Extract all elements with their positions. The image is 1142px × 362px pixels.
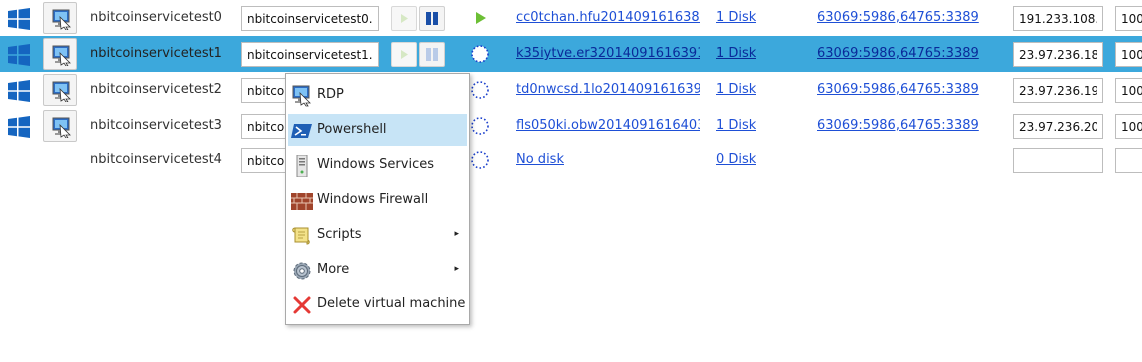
rdp-icon [52,117,71,138]
menu-item-label: More [317,262,350,277]
disk-count-link[interactable]: 0 Disk [716,152,756,167]
ip-field[interactable] [1013,114,1103,139]
extra-field[interactable] [1115,42,1142,67]
ip-field[interactable] [1013,148,1103,173]
rdp-icon [52,9,71,30]
rdp-button[interactable] [43,2,77,34]
vm-row[interactable]: nbitcoinservicetest0 cc0tchan.hfu2014091… [0,0,1142,36]
vm-name: nbitcoinservicetest3 [90,118,222,133]
disk-name-link[interactable]: k35iytve.er320140916163918033 [516,46,700,61]
vm-name: nbitcoinservicetest0 [90,10,222,25]
menu-item-powershell[interactable]: Powershell [288,114,467,146]
windows-logo-icon [8,80,30,102]
scripts-icon [292,227,310,245]
submenu-arrow-icon: ▸ [454,264,459,274]
endpoints-link[interactable]: 63069:5986,64765:3389 [817,46,979,61]
firewall-icon [291,193,313,210]
menu-item-scripts[interactable]: Scripts ▸ [288,219,467,251]
rdp-button[interactable] [43,110,77,142]
windows-logo-icon [8,44,30,66]
menu-item-windows-services[interactable]: Windows Services [288,149,467,181]
disk-count-link[interactable]: 1 Disk [716,10,756,25]
menu-item-label: RDP [317,87,344,102]
menu-item-rdp[interactable]: RDP [288,79,467,111]
play-icon [401,50,408,59]
vm-row-selected[interactable]: nbitcoinservicetest1 k35iytve.er32014091… [0,36,1142,72]
services-icon [296,155,308,177]
extra-field[interactable] [1115,148,1142,173]
busy-spinner-icon [471,81,489,99]
vm-row[interactable]: nbitcoinservicetest4 No disk 0 Disk [0,142,1142,178]
ip-field[interactable] [1013,6,1103,31]
menu-item-label: Scripts [317,227,362,242]
vm-name: nbitcoinservicetest2 [90,82,222,97]
disk-count-link[interactable]: 1 Disk [716,82,756,97]
rdp-icon [292,85,311,107]
disk-name-link[interactable]: fls050ki.obw20140916164035087 [516,118,700,133]
windows-logo-icon [8,116,30,138]
menu-item-label: Windows Services [317,157,434,172]
disk-name-link[interactable]: td0nwcsd.1lo20140916163956043 [516,82,700,97]
powershell-icon [291,124,312,138]
rdp-button[interactable] [43,38,77,70]
ip-field[interactable] [1013,78,1103,103]
stop-icon [426,12,438,25]
start-button[interactable] [391,42,417,67]
running-status-icon [476,12,486,24]
endpoints-link[interactable]: 63069:5986,64765:3389 [817,10,979,25]
busy-spinner-icon [471,45,489,63]
stop-button[interactable] [419,6,445,31]
menu-item-label: Powershell [317,122,387,137]
disk-name-link[interactable]: No disk [516,152,700,167]
dns-field[interactable] [241,42,379,67]
extra-field[interactable] [1115,6,1142,31]
dns-field[interactable] [241,6,379,31]
windows-logo-icon [8,8,30,30]
start-button[interactable] [391,6,417,31]
vm-name: nbitcoinservicetest1 [90,46,222,61]
stop-button[interactable] [419,42,445,67]
rdp-button[interactable] [43,74,77,106]
busy-spinner-icon [471,151,489,169]
menu-item-more[interactable]: More ▸ [288,254,467,286]
menu-item-label: Windows Firewall [317,192,429,207]
menu-item-delete-vm[interactable]: Delete virtual machine [288,288,467,320]
gear-icon [293,262,311,280]
busy-spinner-icon [471,117,489,135]
play-icon [401,14,408,23]
ip-field[interactable] [1013,42,1103,67]
disk-count-link[interactable]: 1 Disk [716,46,756,61]
rdp-icon [52,45,71,66]
disk-count-link[interactable]: 1 Disk [716,118,756,133]
extra-field[interactable] [1115,78,1142,103]
context-menu: RDP Powershell Windows Services Windows … [285,73,470,325]
extra-field[interactable] [1115,114,1142,139]
submenu-arrow-icon: ▸ [454,229,459,239]
endpoints-link[interactable]: 63069:5986,64765:3389 [817,82,979,97]
disk-name-link[interactable]: cc0tchan.hfu20140916163839070 [516,10,700,25]
vm-row[interactable]: nbitcoinservicetest2 td0nwcsd.1lo2014091… [0,72,1142,108]
delete-icon [293,296,311,314]
vm-row[interactable]: nbitcoinservicetest3 fls050ki.obw2014091… [0,108,1142,144]
vm-name: nbitcoinservicetest4 [90,152,222,167]
endpoints-link[interactable]: 63069:5986,64765:3389 [817,118,979,133]
stop-icon [426,48,438,61]
menu-item-windows-firewall[interactable]: Windows Firewall [288,184,467,216]
menu-item-label: Delete virtual machine [317,296,466,311]
rdp-icon [52,81,71,102]
